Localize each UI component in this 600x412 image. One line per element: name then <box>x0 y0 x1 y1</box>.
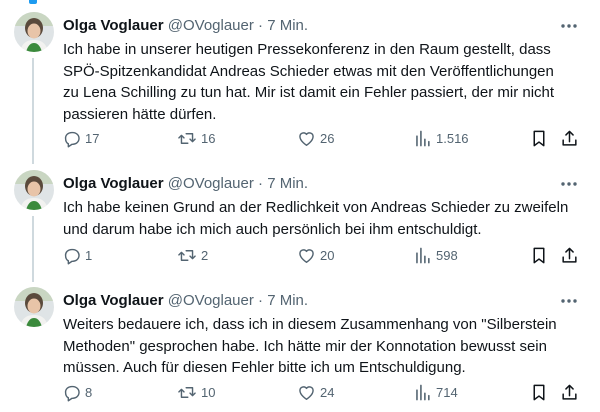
views-count: 1.516 <box>436 130 469 146</box>
more-horizontal-icon <box>561 299 577 303</box>
tweet-header: Olga Voglauer @OVoglauer · 7 Min. <box>63 174 308 194</box>
share-icon <box>562 130 577 146</box>
tweet-text: Ich habe in unserer heutigen Pressekonfe… <box>63 39 588 125</box>
author-name[interactable]: Olga Voglauer <box>63 17 164 34</box>
reply-icon <box>64 248 80 264</box>
more-options-button[interactable] <box>558 16 580 36</box>
like-button[interactable]: 26 <box>297 126 334 150</box>
views-count: 598 <box>436 247 458 263</box>
like-button[interactable]: 24 <box>297 380 334 404</box>
reply-icon <box>64 385 80 401</box>
more-options-button[interactable] <box>558 291 580 311</box>
reply-count: 1 <box>85 247 93 263</box>
like-count: 26 <box>320 130 335 146</box>
author-handle[interactable]: @OVoglauer <box>168 292 254 309</box>
like-count: 20 <box>320 247 335 263</box>
repost-button[interactable]: 10 <box>177 380 215 404</box>
share-button[interactable] <box>560 126 579 150</box>
tweet-text-line: passieren hätte dürfen. <box>63 105 217 123</box>
reply-button[interactable]: 8 <box>62 380 92 404</box>
avatar[interactable] <box>14 12 54 52</box>
like-icon <box>299 385 314 400</box>
avatar[interactable] <box>14 170 54 210</box>
repost-icon <box>178 132 196 144</box>
like-button[interactable]: 20 <box>297 243 334 267</box>
views-icon <box>416 384 430 400</box>
tweet-text-line: und darum habe ich mich auch persönlich … <box>63 220 482 238</box>
thread-indicator-strip <box>29 0 37 4</box>
action-bar: 17 16 26 1.516 <box>0 126 600 150</box>
action-bar: 1 2 20 598 <box>0 243 600 267</box>
views-button[interactable]: 1.516 <box>413 126 469 150</box>
tweet-text-line: müssen. Auch für diesen Fehler bitte ich… <box>63 359 466 376</box>
share-icon <box>562 384 577 400</box>
views-icon <box>416 130 430 146</box>
views-icon <box>416 247 430 263</box>
views-count: 714 <box>436 384 458 400</box>
reply-button[interactable]: 17 <box>62 126 99 150</box>
tweet[interactable]: Olga Voglauer @OVoglauer · 7 Min. Ich ha… <box>0 12 600 162</box>
tweet-text-line: zu Lena Schilling zu tun hat. Mir ist da… <box>63 84 555 101</box>
tweet-text-line: Weiters bedauere ich, dass ich in diesem… <box>63 316 557 333</box>
author-name[interactable]: Olga Voglauer <box>63 292 164 309</box>
author-name[interactable]: Olga Voglauer <box>63 175 164 192</box>
bookmark-button[interactable] <box>531 126 547 150</box>
bookmark-button[interactable] <box>531 380 547 404</box>
repost-icon <box>178 386 196 398</box>
reply-icon <box>64 131 80 147</box>
share-button[interactable] <box>560 243 579 267</box>
bookmark-button[interactable] <box>531 243 547 267</box>
bookmark-icon <box>533 247 545 263</box>
repost-count: 16 <box>201 130 216 146</box>
tweet-header: Olga Voglauer @OVoglauer · 7 Min. <box>63 16 308 36</box>
timestamp[interactable]: 7 Min. <box>267 175 308 192</box>
repost-icon <box>178 249 196 261</box>
like-icon <box>299 248 314 263</box>
tweet-text: Weiters bedauere ich, dass ich in diesem… <box>63 314 588 379</box>
separator-dot: · <box>258 292 264 309</box>
tweet[interactable]: Olga Voglauer @OVoglauer · 7 Min. Ich ha… <box>0 170 600 278</box>
separator-dot: · <box>258 17 264 34</box>
bookmark-icon <box>533 384 545 400</box>
views-button[interactable]: 714 <box>413 380 458 404</box>
bookmark-icon <box>533 130 545 146</box>
tweet-text-line: Methoden" gesprochen habe. Ich hätte mir… <box>63 337 547 355</box>
views-button[interactable]: 598 <box>413 243 458 267</box>
tweet-text-line: SPÖ-Spitzenkandidat Andreas Schieder etw… <box>63 62 554 80</box>
tweet-text: Ich habe keinen Grund an der Redlichkeit… <box>63 197 588 240</box>
repost-count: 10 <box>201 384 216 400</box>
share-button[interactable] <box>560 380 579 404</box>
repost-button[interactable]: 2 <box>177 243 208 267</box>
like-icon <box>299 131 314 146</box>
more-options-button[interactable] <box>558 174 580 194</box>
reply-count: 8 <box>85 384 93 400</box>
tweet-text-line: Ich habe keinen Grund an der Redlichkeit… <box>63 199 569 216</box>
reply-button[interactable]: 1 <box>62 243 92 267</box>
like-count: 24 <box>320 384 335 400</box>
share-icon <box>562 247 577 263</box>
action-bar: 8 10 24 714 <box>0 380 600 404</box>
author-handle[interactable]: @OVoglauer <box>168 175 254 192</box>
repost-count: 2 <box>201 247 209 263</box>
author-handle[interactable]: @OVoglauer <box>168 17 254 34</box>
reply-count: 17 <box>85 130 100 146</box>
more-horizontal-icon <box>561 24 577 28</box>
tweet[interactable]: Olga Voglauer @OVoglauer · 7 Min. Weiter… <box>0 287 600 412</box>
tweet-text-line: Ich habe in unserer heutigen Pressekonfe… <box>63 41 551 58</box>
avatar[interactable] <box>14 287 54 327</box>
repost-button[interactable]: 16 <box>177 126 215 150</box>
tweet-header: Olga Voglauer @OVoglauer · 7 Min. <box>63 291 308 311</box>
separator-dot: · <box>258 175 264 192</box>
more-horizontal-icon <box>561 182 577 186</box>
timestamp[interactable]: 7 Min. <box>267 292 308 309</box>
timestamp[interactable]: 7 Min. <box>267 17 308 34</box>
